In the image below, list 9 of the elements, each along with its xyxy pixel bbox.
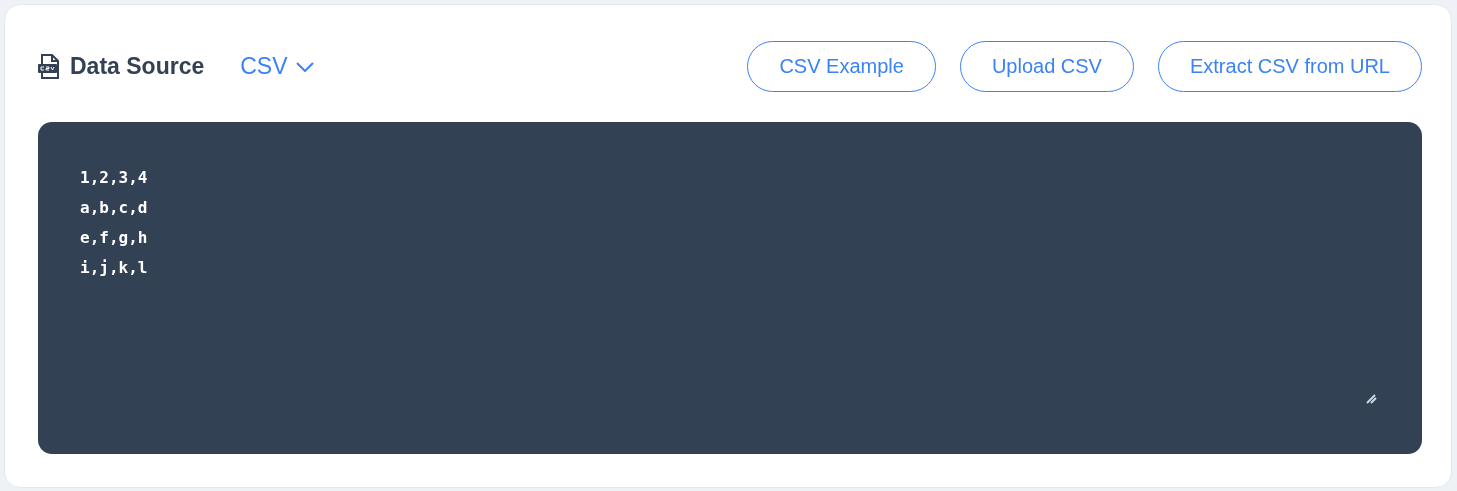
action-button[interactable]: Upload CSV: [959, 41, 1134, 92]
resize-handle-icon[interactable]: [1366, 394, 1378, 404]
format-dropdown[interactable]: CSV: [240, 53, 314, 80]
csv-text-area[interactable]: 1,2,3,4 a,b,c,d e,f,g,h i,j,k,l: [80, 163, 148, 283]
csv-file-icon: [38, 54, 60, 79]
section-title: Data Source: [70, 53, 205, 80]
chevron-down-icon: [295, 61, 314, 72]
action-button[interactable]: CSV Example: [747, 41, 936, 92]
action-button[interactable]: Extract CSV from URL: [1157, 41, 1422, 92]
